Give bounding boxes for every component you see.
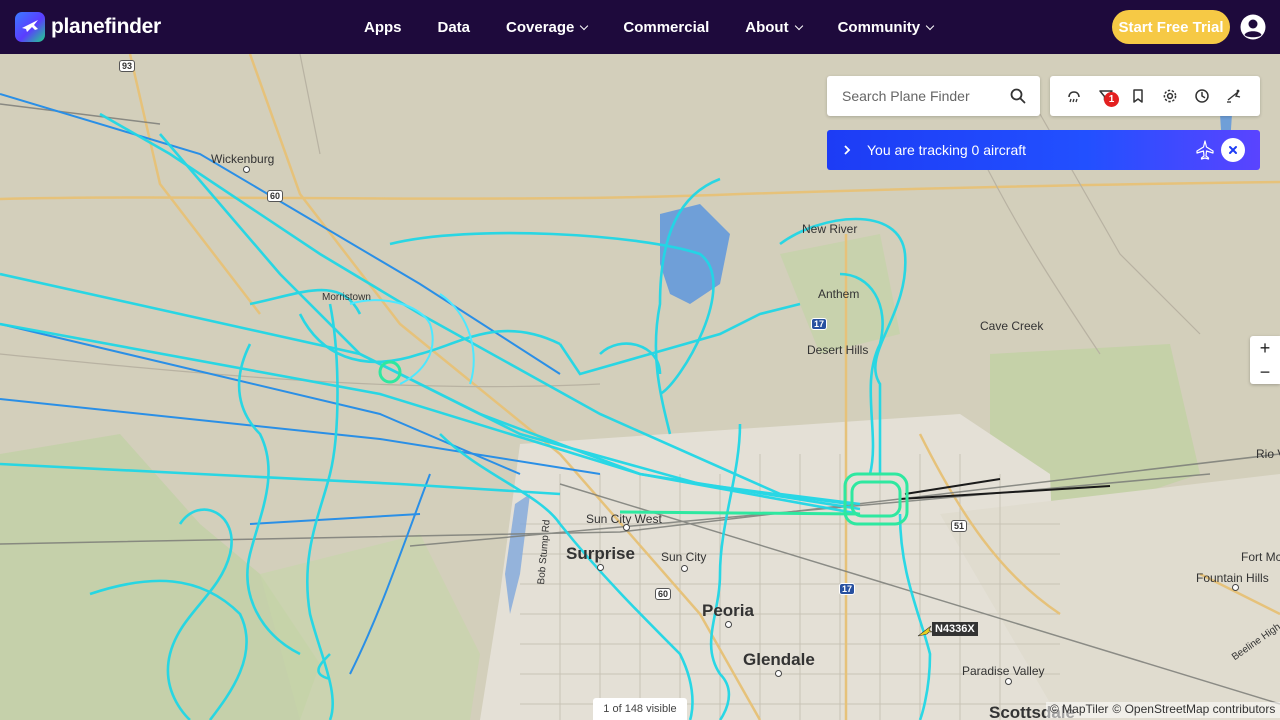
nav-commercial-label: Commercial — [623, 18, 710, 36]
place-dot — [1232, 584, 1239, 591]
interstate-shield: 17 — [839, 583, 856, 595]
place-label: Peoria — [702, 601, 754, 620]
place-dot — [725, 621, 732, 628]
search-box — [827, 76, 1040, 116]
site-header: planefinder Apps Data Coverage Commercia… — [0, 0, 1280, 54]
place-dot — [681, 565, 688, 572]
search-icon[interactable] — [1010, 88, 1026, 104]
zoom-out-button[interactable]: − — [1250, 360, 1280, 384]
tracking-text: You are tracking 0 aircraft — [867, 142, 1027, 158]
route-shield: 51 — [951, 520, 968, 532]
nav-about-label: About — [745, 18, 789, 36]
user-account-icon[interactable] — [1240, 14, 1266, 40]
maptiler-link[interactable]: © MapTiler — [1050, 702, 1108, 716]
logo[interactable]: planefinder — [15, 12, 161, 42]
zoom-controls: + − — [1250, 336, 1280, 384]
place-label: New River — [802, 222, 858, 236]
place-label: Desert Hills — [807, 343, 869, 357]
zoom-in-button[interactable]: + — [1250, 336, 1280, 360]
route-shield: 93 — [119, 60, 136, 72]
aircraft-callsign-label[interactable]: N4336X — [932, 622, 978, 636]
place-dot — [1005, 678, 1012, 685]
plane-logo-icon — [15, 12, 45, 42]
history-icon[interactable] — [1194, 88, 1210, 104]
weather-icon[interactable] — [1066, 88, 1082, 104]
nav-community[interactable]: Community — [837, 18, 935, 36]
nav-coverage-label: Coverage — [506, 18, 575, 36]
settings-icon[interactable] — [1162, 88, 1178, 104]
chevron-right-icon[interactable] — [842, 144, 852, 156]
close-tracking-button[interactable] — [1221, 138, 1245, 162]
close-icon — [1229, 146, 1237, 154]
nav-about[interactable]: About — [745, 18, 803, 36]
main-nav: Apps Data Coverage Commercial About Comm… — [364, 0, 969, 54]
brand-name: planefinder — [51, 15, 161, 38]
bookmark-icon[interactable] — [1130, 88, 1146, 104]
place-label: Surprise — [566, 544, 635, 563]
place-label: Wickenburg — [211, 152, 275, 166]
nav-community-label: Community — [837, 18, 921, 36]
place-label: Rio Ve — [1256, 447, 1280, 461]
route-shield: 60 — [267, 190, 284, 202]
nav-apps[interactable]: Apps — [364, 19, 402, 36]
nav-data-label: Data — [437, 18, 471, 36]
plane-icon — [1196, 140, 1214, 160]
place-dot — [623, 524, 630, 531]
place-label: Glendale — [743, 650, 815, 669]
nav-commercial[interactable]: Commercial — [623, 19, 709, 36]
nav-data[interactable]: Data — [438, 19, 471, 36]
place-dot — [243, 166, 250, 173]
route-shield: 60 — [655, 588, 672, 600]
chevron-down-icon — [794, 21, 803, 30]
start-free-trial-button[interactable]: Start Free Trial — [1112, 10, 1230, 44]
place-label: Morristown — [322, 292, 371, 303]
place-label: Paradise Valley — [962, 664, 1045, 678]
osm-link[interactable]: © OpenStreetMap contributors — [1112, 702, 1275, 716]
nav-apps-label: Apps — [364, 18, 402, 36]
place-label: Fountain Hills — [1196, 571, 1269, 585]
tracking-bar[interactable]: You are tracking 0 aircraft — [827, 130, 1260, 170]
place-dot — [597, 564, 604, 571]
place-label: Anthem — [818, 287, 860, 301]
map-toolbar — [1050, 76, 1260, 116]
place-label: Fort Mc — [1241, 550, 1280, 564]
place-dot — [775, 670, 782, 677]
place-label: Sun City — [661, 550, 707, 564]
interstate-shield: 17 — [811, 318, 828, 330]
nav-coverage[interactable]: Coverage — [506, 18, 589, 36]
chevron-down-icon — [925, 21, 935, 30]
visible-aircraft-count: 1 of 148 visible — [593, 698, 687, 720]
map-attribution: © MapTiler © OpenStreetMap contributors — [1046, 702, 1280, 718]
filter-count-badge: 1 — [1104, 92, 1119, 107]
aircraft-icon[interactable] — [917, 623, 933, 639]
playback-icon[interactable] — [1226, 88, 1242, 104]
chevron-down-icon — [580, 21, 589, 30]
search-input[interactable] — [842, 88, 1012, 104]
place-label: Cave Creek — [980, 319, 1044, 333]
